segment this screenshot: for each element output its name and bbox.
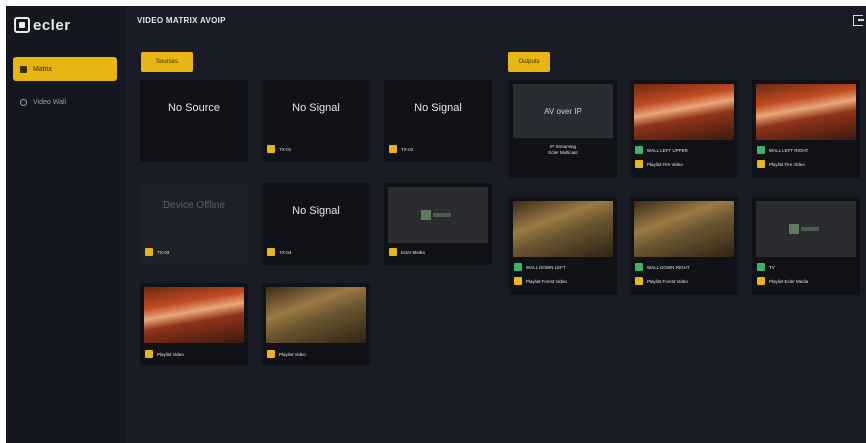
logout-icon[interactable] <box>853 15 864 26</box>
output-badge-icon <box>757 146 765 154</box>
output-tag: WALL LEFT UPPER <box>635 146 688 154</box>
source-status-text: No Signal <box>292 102 340 114</box>
sidebar: ecler Matrix Video Wall <box>6 6 125 443</box>
output-tag: WALL DOWN RIGHT <box>635 263 690 271</box>
output-source-tag: Playlist Fire Video <box>757 160 805 168</box>
source-badge-icon <box>514 277 522 285</box>
source-tag-label: Playlist Video <box>279 351 306 357</box>
output-tag-label: TV <box>769 264 775 270</box>
output-tag-label: WALL LEFT UPPER <box>647 147 688 153</box>
output-badge-icon <box>635 263 643 271</box>
source-badge-icon <box>267 248 275 256</box>
output-source-tag: Playlist Fire Video <box>635 160 683 168</box>
output-source-label: Playlist Forest Video <box>526 278 567 284</box>
brand-logo-text: ecler <box>33 16 71 34</box>
source-badge-icon <box>389 145 397 153</box>
source-tag: Playlist Video <box>267 350 306 358</box>
source-tag: Playlist Video <box>145 350 184 358</box>
source-tag: TX-02 <box>389 145 413 153</box>
outputs-button[interactable]: Outputs <box>508 52 550 72</box>
source-tile-tx-02[interactable]: No Signal TX-02 <box>384 80 492 162</box>
output-info: IP Streaming Ecler Multicast <box>509 144 617 156</box>
sidebar-item-label: Matrix <box>33 65 53 73</box>
output-badge-icon <box>757 263 765 271</box>
output-tile-wall-left-right[interactable]: WALL LEFT RIGHT Playlist Fire Video <box>752 80 860 178</box>
source-thumbnail <box>266 287 366 343</box>
source-tile-tx-03[interactable]: Device Offline TX-03 <box>140 183 248 265</box>
source-tag-label: TX-04 <box>279 249 292 255</box>
page-title: VIDEO MATRIX AVOIP <box>137 16 226 25</box>
top-bar: VIDEO MATRIX AVOIP <box>125 6 866 36</box>
source-status-text: No Signal <box>292 205 340 217</box>
source-status-text: No Source <box>168 102 220 114</box>
source-badge-icon <box>145 248 153 256</box>
ecler-logo-icon <box>789 223 823 235</box>
source-tag: TX-04 <box>267 248 291 256</box>
output-source-tag: Playlist Forest Video <box>635 277 688 285</box>
output-source-label: Playlist Fire Video <box>769 161 805 167</box>
output-tag-label: WALL DOWN RIGHT <box>647 264 690 270</box>
source-tag: TX-03 <box>145 248 169 256</box>
output-source-label: Playlist Fire Video <box>647 161 683 167</box>
output-tile-wall-down-left[interactable]: WALL DOWN LEFT Playlist Forest Video <box>509 197 617 295</box>
sidebar-item-video-wall[interactable]: Video Wall <box>13 90 117 114</box>
output-source-tag: Playlist Ecler Media <box>757 277 808 285</box>
output-thumbnail <box>756 201 856 257</box>
source-badge-icon <box>389 248 397 256</box>
output-tile-wall-left-upper[interactable]: WALL LEFT UPPER Playlist Fire Video <box>630 80 738 178</box>
source-tag-label: TX-02 <box>401 146 414 152</box>
output-thumbnail <box>634 84 734 140</box>
output-thumbnail <box>634 201 734 257</box>
output-tile-wall-down-right[interactable]: WALL DOWN RIGHT Playlist Forest Video <box>630 197 738 295</box>
video-wall-icon <box>20 98 27 106</box>
source-tile-no-source[interactable]: No Source <box>140 80 248 162</box>
sidebar-item-label: Video Wall <box>33 98 67 106</box>
source-tile-tx-04[interactable]: No Signal TX-04 <box>262 183 370 265</box>
source-tile-tx-01[interactable]: No Signal TX-01 <box>262 80 370 162</box>
source-badge-icon <box>757 160 765 168</box>
source-thumbnail <box>388 187 488 243</box>
source-tag-label: Playlist Video <box>157 351 184 357</box>
source-status-text: Device Offline <box>162 200 226 211</box>
source-badge-icon <box>267 145 275 153</box>
sidebar-item-matrix[interactable]: Matrix <box>13 57 117 81</box>
source-status-text: No Signal <box>414 102 462 114</box>
output-thumbnail <box>513 201 613 257</box>
source-thumbnail <box>144 287 244 343</box>
output-badge-icon <box>514 263 522 271</box>
source-tag-label: Ecler Media <box>401 249 425 255</box>
output-source-label: Playlist Forest Video <box>647 278 688 284</box>
source-tag: TX-01 <box>267 145 291 153</box>
source-badge-icon <box>635 277 643 285</box>
source-tile-ecler-media[interactable]: Ecler Media <box>384 183 492 265</box>
source-badge-icon <box>267 350 275 358</box>
source-tag-label: TX-03 <box>157 249 170 255</box>
source-tile-playlist-fire[interactable]: Playlist Video <box>140 283 248 365</box>
output-tag-label: WALL LEFT RIGHT <box>769 147 809 153</box>
output-badge-icon <box>635 146 643 154</box>
source-tag: Ecler Media <box>389 248 425 256</box>
source-tag-label: TX-01 <box>279 146 292 152</box>
output-source-label: Playlist Ecler Media <box>769 278 809 284</box>
source-badge-icon <box>145 350 153 358</box>
matrix-icon <box>20 65 27 73</box>
output-thumbnail <box>756 84 856 140</box>
av-over-ip-box: AV over IP <box>513 84 613 138</box>
source-badge-icon <box>757 277 765 285</box>
ecler-logo-icon <box>14 17 30 33</box>
output-tag: TV <box>757 263 775 271</box>
output-tag: WALL LEFT RIGHT <box>757 146 808 154</box>
ecler-logo-icon <box>421 209 455 221</box>
brand-logo: ecler <box>14 13 71 37</box>
source-tile-playlist-forest[interactable]: Playlist Video <box>262 283 370 365</box>
output-source-tag: Playlist Forest Video <box>514 277 567 285</box>
output-info-line: Ecler Multicast <box>548 150 578 155</box>
app-window: ecler Matrix Video Wall VIDEO MATRIX AVO… <box>6 6 866 443</box>
output-tile-av-over-ip[interactable]: AV over IP IP Streaming Ecler Multicast <box>509 80 617 178</box>
source-badge-icon <box>635 160 643 168</box>
sources-button[interactable]: Sources <box>141 52 193 72</box>
output-tag-label: WALL DOWN LEFT <box>526 264 566 270</box>
output-tile-tv[interactable]: TV Playlist Ecler Media <box>752 197 860 295</box>
output-tag: WALL DOWN LEFT <box>514 263 566 271</box>
